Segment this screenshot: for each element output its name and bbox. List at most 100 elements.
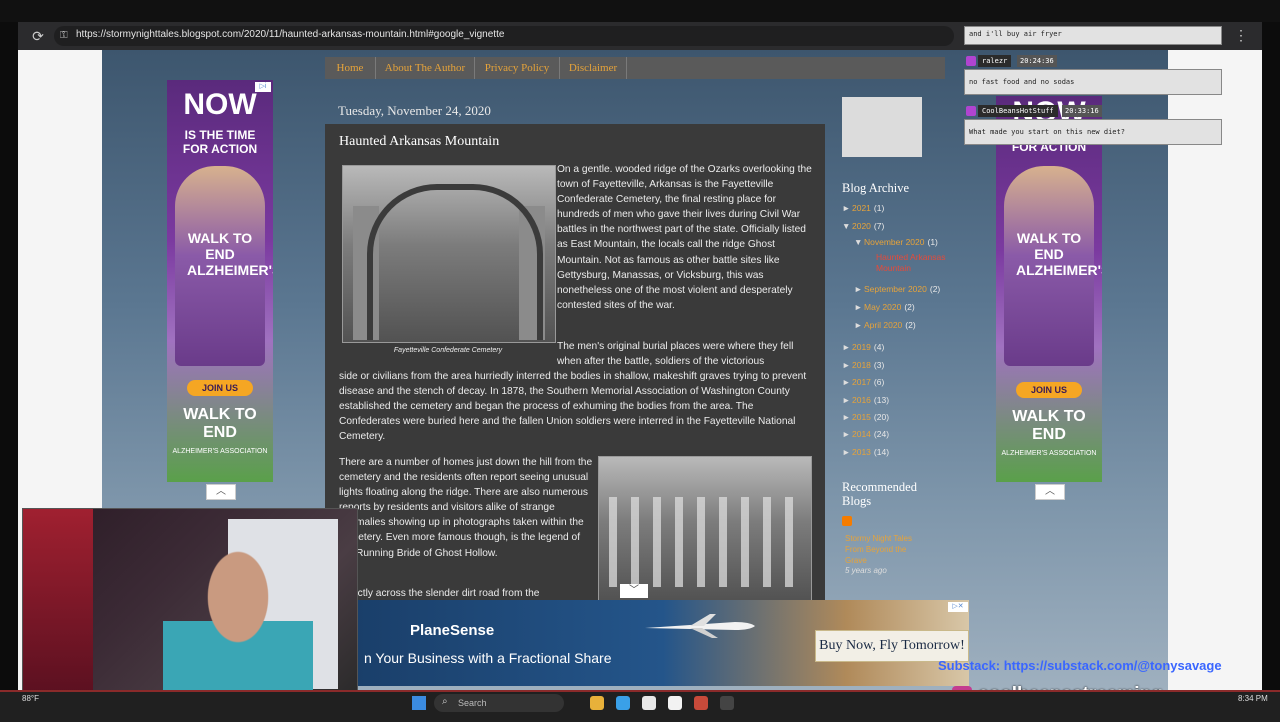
archive-item[interactable]: ▼ 2020 (7)	[842, 221, 884, 231]
archive-item-label[interactable]: April 2020	[864, 320, 902, 330]
post-title[interactable]: Haunted Arkansas Mountain	[339, 134, 499, 150]
ad-walk-text: WALK TO END ALZHEIMER'S	[1016, 230, 1102, 278]
expand-triangle-icon[interactable]: ►	[842, 377, 852, 387]
ad-join-button[interactable]: JOIN US	[1016, 382, 1082, 398]
cemetery-gate-photo[interactable]	[342, 165, 556, 343]
chat-message: no fast food and no sodas	[964, 69, 1222, 95]
archive-item[interactable]: ► 2015 (20)	[842, 412, 889, 422]
archive-item[interactable]: ► 2017 (6)	[842, 377, 884, 387]
chat-message: What made you start on this new diet?	[964, 119, 1222, 145]
expand-triangle-icon[interactable]: ►	[854, 320, 864, 330]
archive-item-count: (4)	[873, 342, 885, 352]
windows-start-icon[interactable]	[412, 696, 426, 710]
ad-walk-text: WALK TO END ALZHEIMER'S	[187, 230, 273, 278]
chat-timestamp: 20:33:16	[1062, 105, 1102, 117]
expand-triangle-icon[interactable]: ►	[842, 360, 852, 370]
side-ad-left[interactable]: ▷i NOW IS THE TIME FOR ACTION WALK TO EN…	[167, 80, 273, 482]
archive-item-label[interactable]: Haunted Arkansas Mountain	[876, 252, 945, 273]
ad-line2: IS THE TIME	[184, 128, 256, 142]
post-paragraph-2-start: The men's original burial places were wh…	[557, 341, 794, 368]
nav-about-author[interactable]: About The Author	[376, 57, 475, 79]
chat-username: ralezr	[978, 55, 1012, 67]
airplane-image	[645, 614, 755, 638]
archive-item-label[interactable]: May 2020	[864, 302, 901, 312]
recommended-blog-age: 5 years ago	[845, 566, 887, 575]
post-paragraph-4: Directly across the slender dirt road fr…	[339, 588, 540, 599]
side-ad-right[interactable]: NOW FOR ACTION WALK TO END ALZHEIMER'S J…	[996, 96, 1102, 482]
archive-item[interactable]: ► May 2020 (2)	[854, 302, 915, 312]
archive-item-label[interactable]: 2015	[852, 412, 871, 422]
archive-item-label[interactable]: November 2020	[864, 237, 924, 247]
chat-message-text: no fast food and no sodas	[969, 78, 1075, 86]
edge-icon[interactable]	[616, 696, 630, 710]
archive-item-count: (24)	[873, 429, 890, 439]
archive-item[interactable]: ► 2018 (3)	[842, 360, 884, 370]
ad-alz-text: ALZHEIMER'S ASSOCIATION	[172, 448, 268, 455]
archive-item-label[interactable]: 2020	[852, 221, 871, 231]
gate-arch	[367, 184, 543, 340]
collapse-triangle-icon[interactable]: ▼	[842, 221, 852, 231]
chat-message-text: and i'll buy air fryer	[969, 30, 1062, 38]
archive-item-count: (20)	[873, 412, 890, 422]
archive-item-label[interactable]: September 2020	[864, 284, 927, 294]
archive-item[interactable]: ► April 2020 (2)	[854, 320, 916, 330]
site-info-icon[interactable]: ⚿	[60, 28, 72, 44]
headstone-rows	[609, 497, 801, 587]
expand-triangle-icon[interactable]: ►	[842, 429, 852, 439]
archive-item[interactable]: ► 2016 (13)	[842, 395, 889, 405]
chat-message: and i'll buy air fryer	[964, 26, 1222, 45]
nav-privacy-policy[interactable]: Privacy Policy	[475, 57, 560, 79]
archive-item[interactable]: ▼ November 2020 (1)	[854, 237, 938, 247]
taskbar-search-placeholder: Search	[458, 698, 487, 708]
collapse-ad-left-icon[interactable]: ︿	[206, 484, 236, 500]
ad-join-button[interactable]: JOIN US	[187, 380, 253, 396]
file-explorer-icon[interactable]	[590, 696, 604, 710]
archive-item-label[interactable]: 2017	[852, 377, 871, 387]
recommended-blog-link[interactable]: Stormy Night Tales From Beyond the Grave	[845, 533, 915, 566]
archive-item-label[interactable]: 2013	[852, 447, 871, 457]
expand-triangle-icon[interactable]: ►	[842, 342, 852, 352]
taskbar	[0, 690, 1280, 722]
expand-triangle-icon[interactable]: ►	[854, 284, 864, 294]
archive-item[interactable]: ► 2013 (14)	[842, 447, 889, 457]
chat-badge-icon	[966, 106, 976, 116]
adchoices-icon[interactable]: ▷✕	[948, 602, 968, 612]
weather-widget[interactable]: 88°F	[22, 694, 39, 703]
archive-item[interactable]: ► 2021 (1)	[842, 203, 884, 213]
nav-home[interactable]: Home	[325, 57, 376, 79]
expand-triangle-icon[interactable]: ►	[842, 203, 852, 213]
expand-triangle-icon[interactable]: ►	[854, 302, 864, 312]
chrome-icon[interactable]	[642, 696, 656, 710]
expand-triangle-icon[interactable]: ►	[842, 395, 852, 405]
cemetery-headstones-photo[interactable]	[598, 456, 812, 602]
archive-item-label[interactable]: 2014	[852, 429, 871, 439]
archive-item[interactable]: ► 2019 (4)	[842, 342, 884, 352]
app-icon[interactable]	[720, 696, 734, 710]
recommended-blogs-heading: Recommended Blogs	[842, 480, 917, 508]
collapse-ad-right-icon[interactable]: ︿	[1035, 484, 1065, 500]
nav-disclaimer[interactable]: Disclaimer	[560, 57, 627, 79]
archive-item[interactable]: ► September 2020 (2)	[854, 284, 940, 294]
archive-item-label[interactable]: 2018	[852, 360, 871, 370]
archive-item-label[interactable]: 2021	[852, 203, 871, 213]
archive-item-count: (7)	[873, 221, 885, 231]
archive-item-count: (2)	[905, 320, 916, 330]
blog-archive-heading: Blog Archive	[842, 181, 910, 195]
archive-item[interactable]: Haunted Arkansas Mountain	[876, 252, 946, 274]
taskbar-search-box[interactable]	[434, 694, 564, 712]
browser-menu-icon[interactable]: ⋮	[1234, 28, 1248, 42]
app-icon[interactable]	[694, 696, 708, 710]
expand-ad-chevron-icon[interactable]: ﹀	[620, 584, 648, 598]
archive-item-label[interactable]: 2019	[852, 342, 871, 352]
reload-icon[interactable]: ⟳	[30, 28, 46, 44]
archive-item-label[interactable]: 2016	[852, 395, 871, 405]
expand-triangle-icon[interactable]: ►	[842, 412, 852, 422]
collapse-triangle-icon[interactable]: ▼	[854, 237, 864, 247]
amazon-icon[interactable]	[668, 696, 682, 710]
archive-item[interactable]: ► 2014 (24)	[842, 429, 889, 439]
expand-triangle-icon[interactable]: ►	[842, 447, 852, 457]
url-text[interactable]: https://stormynighttales.blogspot.com/20…	[76, 29, 504, 40]
sidebar-image	[842, 97, 922, 157]
planesense-tagline: n Your Business with a Fractional Share	[364, 650, 612, 666]
ad-line3: FOR ACTION	[182, 142, 258, 156]
